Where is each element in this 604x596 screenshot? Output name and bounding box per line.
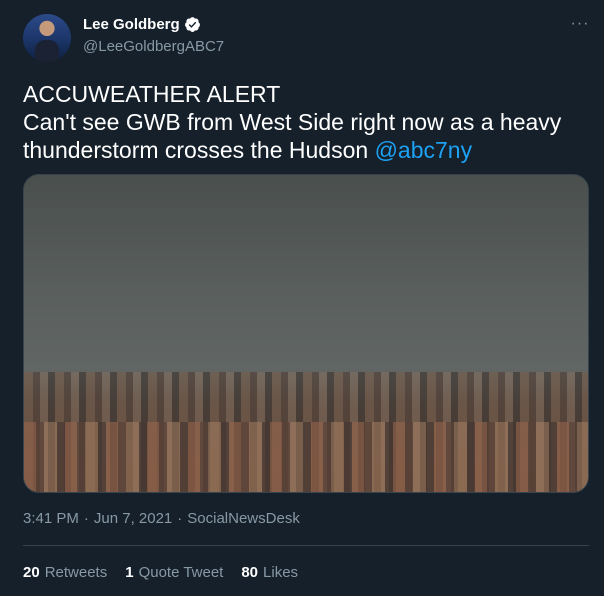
- tweet-metadata: 3:41 PM · Jun 7, 2021 · SocialNewsDesk: [23, 510, 300, 527]
- tweet-text-line: Can't see GWB from West Side right now a…: [23, 109, 562, 135]
- author-handle[interactable]: @LeeGoldbergABC7: [83, 38, 224, 55]
- tweet-date[interactable]: Jun 7, 2021: [94, 510, 172, 527]
- author-name-row[interactable]: Lee Goldberg: [83, 16, 201, 33]
- tweet-time[interactable]: 3:41 PM: [23, 510, 79, 527]
- tweet-card: Lee Goldberg @LeeGoldbergABC7 ··· ACCUWE…: [0, 0, 604, 596]
- separator: ·: [177, 510, 183, 527]
- tweet-text-line-3: thunderstorm crosses the Hudson @abc7ny: [23, 136, 583, 164]
- retweets-count: 20: [23, 564, 40, 581]
- more-options-icon[interactable]: ···: [568, 14, 592, 38]
- city-foreground: [24, 422, 588, 492]
- separator: ·: [83, 510, 89, 527]
- tweet-source[interactable]: SocialNewsDesk: [187, 510, 300, 527]
- quote-tweets-count: 1: [125, 564, 134, 581]
- quote-tweets-stat[interactable]: 1 Quote Tweet: [125, 563, 223, 583]
- divider: [23, 545, 589, 546]
- author-name[interactable]: Lee Goldberg: [83, 16, 180, 33]
- tweet-media-image[interactable]: [23, 174, 589, 493]
- likes-label: Likes: [263, 564, 299, 581]
- likes-stat[interactable]: 80 Likes: [241, 563, 298, 583]
- tweet-text-line: ACCUWEATHER ALERT: [23, 81, 281, 107]
- quote-tweets-label: Quote Tweet: [138, 564, 224, 581]
- retweets-label: Retweets: [44, 564, 108, 581]
- tweet-stats: 20 Retweets 1 Quote Tweet 80 Likes: [23, 563, 298, 583]
- likes-count: 80: [241, 564, 259, 581]
- verified-badge-icon: [184, 17, 200, 32]
- tweet-text: ACCUWEATHER ALERT Can't see GWB from Wes…: [23, 80, 583, 164]
- tweet-text-content: thunderstorm crosses the Hudson: [23, 137, 369, 163]
- author-avatar[interactable]: [23, 14, 71, 62]
- retweets-stat[interactable]: 20 Retweets: [23, 563, 107, 583]
- mention-link[interactable]: @abc7ny: [375, 137, 473, 163]
